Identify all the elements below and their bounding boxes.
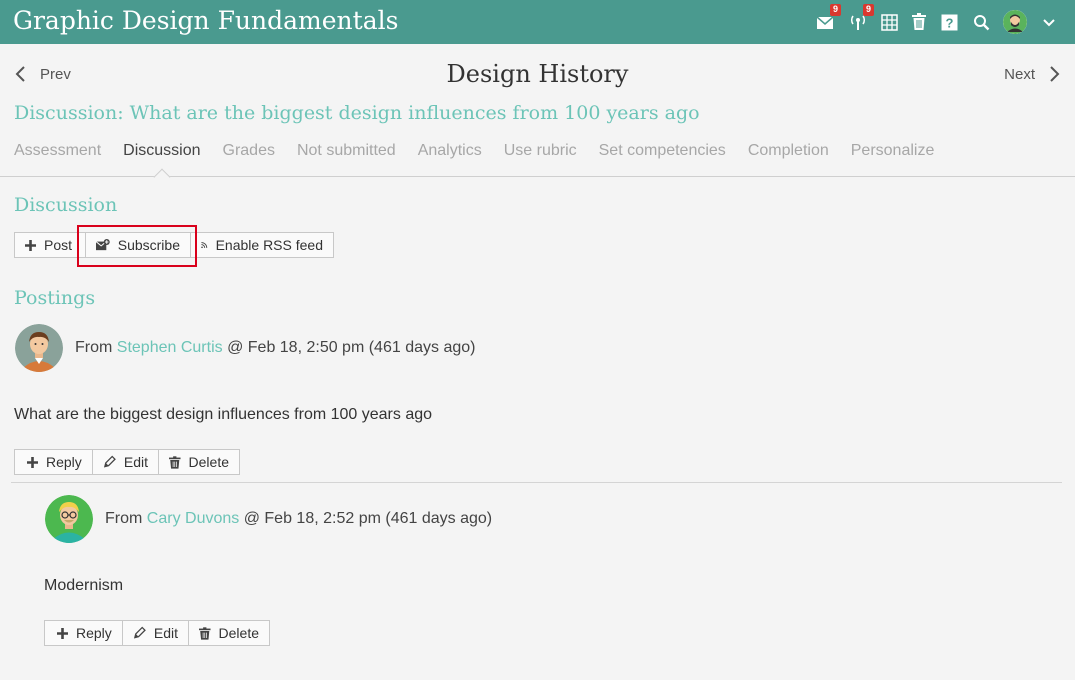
delete-button[interactable]: Delete	[188, 620, 270, 646]
trash-icon[interactable]	[909, 12, 929, 32]
author-avatar[interactable]	[45, 495, 93, 543]
plus-icon	[57, 627, 68, 639]
tab-not-submitted[interactable]: Not submitted	[297, 142, 396, 160]
rss-button[interactable]: Enable RSS feed	[190, 232, 334, 258]
tab-analytics[interactable]: Analytics	[418, 142, 482, 160]
post-label: Post	[44, 237, 73, 253]
trash-icon	[169, 455, 181, 469]
tab-grades[interactable]: Grades	[223, 142, 275, 160]
pencil-icon	[133, 626, 146, 639]
tab-use-rubric[interactable]: Use rubric	[504, 142, 577, 160]
discussion-title: Discussion: What are the biggest design …	[14, 102, 700, 124]
posting-meta: From Stephen Curtis @ Feb 18, 2:50 pm (4…	[75, 339, 475, 357]
posting-actions: Reply Edit Delete	[14, 449, 240, 475]
posting-header: From Cary Duvons @ Feb 18, 2:52 pm (461 …	[45, 495, 492, 543]
subscribe-highlight-box	[77, 225, 197, 267]
post-timestamp: @ Feb 18, 2:50 pm (461 days ago)	[227, 339, 476, 356]
tab-discussion[interactable]: Discussion	[123, 142, 200, 160]
user-avatar[interactable]	[1003, 10, 1027, 34]
author-link[interactable]: Stephen Curtis	[117, 339, 223, 356]
tab-set-competencies[interactable]: Set competencies	[599, 142, 726, 160]
from-label: From	[75, 339, 113, 356]
calendar-grid-icon[interactable]	[879, 12, 899, 32]
author-avatar[interactable]	[15, 324, 63, 372]
tab-completion[interactable]: Completion	[748, 142, 829, 160]
plus-icon	[27, 456, 38, 468]
posting-meta: From Cary Duvons @ Feb 18, 2:52 pm (461 …	[105, 510, 492, 528]
mail-icon[interactable]: 9	[815, 4, 841, 32]
rss-label: Enable RSS feed	[215, 237, 323, 253]
page-title: Design History	[446, 60, 629, 88]
help-icon[interactable]: ?	[939, 12, 959, 32]
author-link[interactable]: Cary Duvons	[147, 510, 239, 527]
chevron-down-icon[interactable]	[1039, 12, 1059, 32]
trash-icon	[199, 626, 211, 640]
delete-button[interactable]: Delete	[158, 449, 240, 475]
posting-header: From Stephen Curtis @ Feb 18, 2:50 pm (4…	[15, 324, 475, 372]
delete-label: Delete	[218, 625, 259, 641]
posting-body: Modernism	[44, 577, 124, 594]
edit-label: Edit	[153, 625, 178, 641]
rss-icon	[201, 242, 208, 249]
tab-bar: Assessment Discussion Grades Not submitt…	[14, 142, 956, 160]
search-icon[interactable]	[971, 12, 991, 32]
pencil-icon	[103, 455, 116, 468]
posting-body: What are the biggest design influences f…	[14, 406, 433, 423]
alerts-badge: 9	[863, 4, 874, 16]
delete-label: Delete	[188, 454, 229, 470]
from-label: From	[105, 510, 143, 527]
page-nav: Prev Design History Next	[0, 58, 1075, 94]
broadcast-icon[interactable]: 9	[848, 4, 874, 32]
tab-personalize[interactable]: Personalize	[851, 142, 935, 160]
edit-button[interactable]: Edit	[92, 449, 159, 475]
mail-badge: 9	[830, 4, 841, 16]
plus-icon	[25, 239, 36, 251]
course-title[interactable]: Graphic Design Fundamentals	[13, 6, 398, 35]
post-timestamp: @ Feb 18, 2:52 pm (461 days ago)	[243, 510, 493, 527]
reply-label: Reply	[46, 454, 82, 470]
reply-label: Reply	[76, 625, 112, 641]
next-button[interactable]: Next	[1004, 65, 1061, 83]
svg-text:?: ?	[945, 15, 953, 30]
chevron-right-icon	[1050, 66, 1060, 82]
active-tab-caret	[153, 168, 171, 186]
post-button[interactable]: Post	[14, 232, 86, 258]
discussion-heading: Discussion	[14, 194, 118, 216]
posting-actions: Reply Edit Delete	[44, 620, 270, 646]
postings-heading: Postings	[14, 287, 96, 309]
edit-label: Edit	[123, 454, 148, 470]
next-label: Next	[1004, 65, 1035, 83]
edit-button[interactable]: Edit	[122, 620, 189, 646]
reply-button[interactable]: Reply	[14, 449, 93, 475]
top-bar: Graphic Design Fundamentals 9 9 ?	[0, 0, 1075, 44]
tab-assessment[interactable]: Assessment	[14, 142, 101, 160]
reply-divider	[11, 482, 1062, 483]
reply-button[interactable]: Reply	[44, 620, 123, 646]
